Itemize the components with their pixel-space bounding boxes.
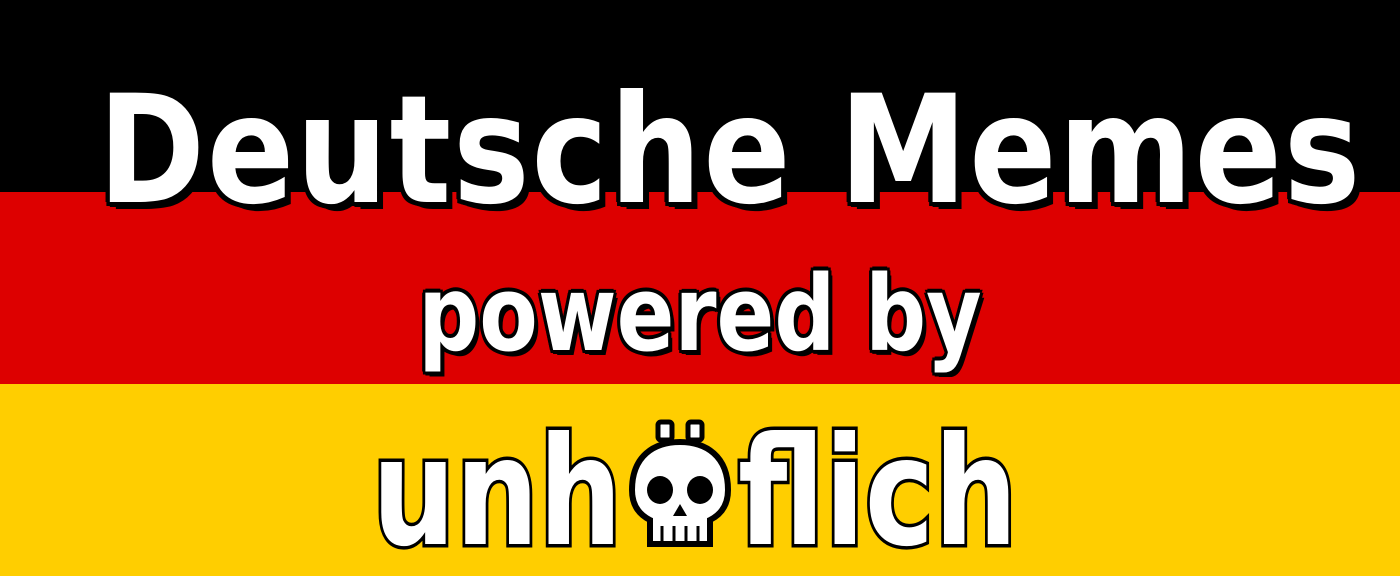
banner: Deutsche Memes powered by unh flich	[0, 0, 1400, 576]
unhoeflich-logo: unh flich	[369, 412, 1020, 562]
logo-letters-left: unh	[372, 412, 622, 562]
banner-title: Deutsche Memes	[98, 64, 1363, 238]
logo-letters-right: flich	[738, 412, 1017, 562]
skull-icon	[628, 419, 732, 547]
banner-subtitle: powered by	[418, 253, 982, 375]
